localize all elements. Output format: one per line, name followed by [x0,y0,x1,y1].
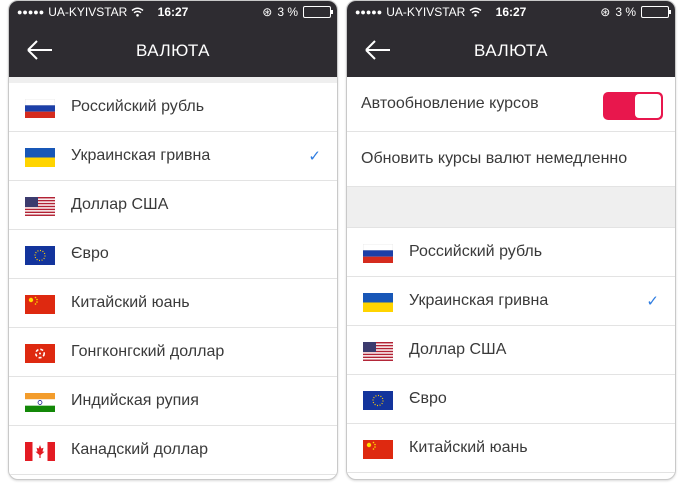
currency-label: Євро [71,245,109,262]
navigation-bar: ВАЛЮТА [347,23,675,77]
battery-percent: 3 % [277,5,298,19]
currency-label: Канадский доллар [71,441,208,458]
currency-screen-right: ●●●●● UA-KYIVSTAR 16:27 ⊛ 3 % ВАЛЮТА Авт… [346,0,676,480]
orientation-lock-icon: ⊛ [262,5,273,19]
currency-row-uah[interactable]: Украинская гривна ✓ [9,132,337,181]
usa-flag-icon [363,342,393,361]
currency-row-cny[interactable]: Китайский юань [9,279,337,328]
settings-section: Автообновление курсов Обновить курсы вал… [347,77,675,187]
china-flag-icon [25,295,55,314]
currency-row-usd[interactable]: Доллар США [9,181,337,230]
page-title: ВАЛЮТА [473,41,549,60]
currency-label: Доллар США [71,196,169,213]
currency-row-eur[interactable]: Євро [9,230,337,279]
checkmark-icon: ✓ [646,293,659,310]
currency-label: Євро [409,390,447,407]
update-now-label: Обновить курсы валют немедленно [361,150,628,167]
currency-row-rub[interactable]: Российский рубль [347,228,675,277]
hong-kong-flag-icon [25,344,55,363]
currency-list: Российский рубль Украинская гривна ✓ Дол… [9,83,337,475]
status-right: ⊛ 3 % [600,5,671,19]
canada-flag-icon [25,442,55,461]
battery-percent: 3 % [615,5,636,19]
russia-flag-icon [363,244,393,263]
currency-label: Российский рубль [409,243,543,260]
currency-row-eur[interactable]: Євро [347,375,675,424]
currency-label: Украинская гривна [71,147,211,164]
currency-label: Индийская рупия [71,392,199,409]
india-flag-icon [25,393,55,412]
currency-row-hkd[interactable]: Гонгконгский доллар [9,328,337,377]
battery-icon [303,6,333,18]
status-right: ⊛ 3 % [262,5,333,19]
battery-icon [641,6,671,18]
eu-flag-icon [25,246,55,265]
page-title: ВАЛЮТА [135,41,211,60]
ukraine-flag-icon [363,293,393,312]
toggle-knob [635,94,661,118]
currency-label: Китайский юань [409,439,528,456]
section-spacer [347,187,675,228]
ukraine-flag-icon [25,148,55,167]
currency-row-uah[interactable]: Украинская гривна ✓ [347,277,675,326]
usa-flag-icon [25,197,55,216]
currency-label: Российский рубль [71,98,205,115]
auto-update-toggle[interactable] [603,92,663,120]
auto-update-label: Автообновление курсов [361,95,539,112]
eu-flag-icon [363,391,393,410]
currency-row-inr[interactable]: Индийская рупия [9,377,337,426]
currency-screen-left: ●●●●● UA-KYIVSTAR 16:27 ⊛ 3 % ВАЛЮТА Рос… [8,0,338,480]
currency-label: Доллар США [409,341,507,358]
checkmark-icon: ✓ [308,148,321,165]
currency-label: Китайский юань [71,294,190,311]
auto-update-row: Автообновление курсов [347,77,675,132]
china-flag-icon [363,440,393,459]
currency-label: Гонгконгский доллар [71,343,225,360]
currency-row-usd[interactable]: Доллар США [347,326,675,375]
status-bar: ●●●●● UA-KYIVSTAR 16:27 ⊛ 3 % [9,1,337,23]
currency-row-rub[interactable]: Российский рубль [9,83,337,132]
currency-label: Украинская гривна [409,292,549,309]
status-bar: ●●●●● UA-KYIVSTAR 16:27 ⊛ 3 % [347,1,675,23]
currency-list: Российский рубль Украинская гривна ✓ Дол… [347,228,675,473]
currency-row-cad[interactable]: Канадский доллар [9,426,337,475]
update-now-button[interactable]: Обновить курсы валют немедленно [347,132,675,187]
russia-flag-icon [25,99,55,118]
currency-row-cny[interactable]: Китайский юань [347,424,675,473]
orientation-lock-icon: ⊛ [600,5,611,19]
navigation-bar: ВАЛЮТА [9,23,337,77]
